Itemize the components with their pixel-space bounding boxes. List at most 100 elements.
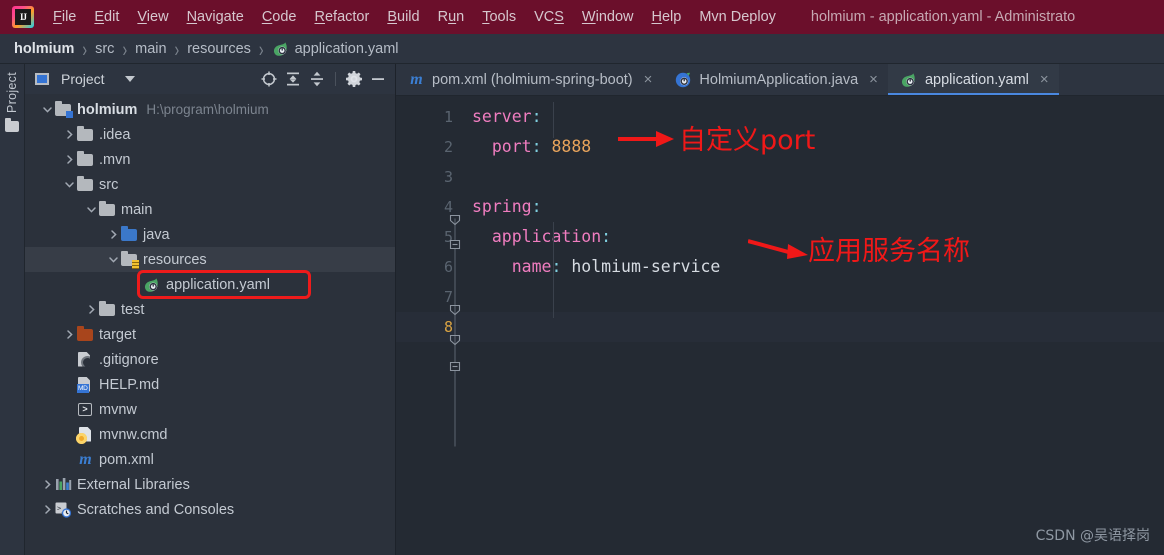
code-content[interactable]: server: port: 8888 spring: application: …	[462, 96, 1164, 555]
tree-node-resources[interactable]: resources	[25, 247, 395, 272]
chevron-down-icon[interactable]	[39, 104, 55, 115]
project-tool-window: Project holmium H:\program\holmium .idea…	[25, 64, 396, 555]
folder-excluded-icon	[77, 326, 94, 342]
menu-item-build[interactable]: Build	[378, 6, 428, 28]
tree-node--idea[interactable]: .idea	[25, 122, 395, 147]
menu-item-window[interactable]: Window	[573, 6, 643, 28]
menu-item-code[interactable]: Code	[253, 6, 306, 28]
editor-tab-holmiumapplication-java[interactable]: HolmiumApplication.java ×	[662, 64, 888, 95]
chevron-right-icon[interactable]	[61, 154, 77, 165]
tree-node--mvn[interactable]: .mvn	[25, 147, 395, 172]
locate-target-icon[interactable]	[260, 70, 278, 88]
menu-item-edit[interactable]: Edit	[85, 6, 128, 28]
code-token: :	[531, 107, 542, 126]
code-line[interactable]	[462, 312, 1164, 342]
editor-tab-label: pom.xml (holmium-spring-boot)	[432, 71, 633, 88]
chevron-right-icon[interactable]	[61, 129, 77, 140]
chevron-right-icon[interactable]	[83, 304, 99, 315]
close-icon[interactable]: ×	[1040, 72, 1049, 87]
tool-window-button-project[interactable]: Project	[5, 72, 19, 113]
code-line[interactable]: application:	[462, 222, 1164, 252]
code-line[interactable]: port: 8888	[462, 132, 1164, 162]
tree-node-main[interactable]: main	[25, 197, 395, 222]
chevron-down-icon[interactable]	[61, 179, 77, 190]
tree-node-label: pom.xml	[99, 451, 154, 468]
menu-item-mvn-deploy[interactable]: Mvn Deploy	[690, 6, 785, 28]
chevron-down-icon[interactable]	[105, 254, 121, 265]
code-token: :	[551, 257, 572, 276]
tree-node-application-yaml[interactable]: application.yaml	[25, 272, 395, 297]
tree-node-scratches-and-consoles[interactable]: >_ Scratches and Consoles	[25, 497, 395, 522]
gitignore-file-icon	[77, 351, 94, 368]
breadcrumb-item-main[interactable]: main	[135, 41, 166, 57]
shell-script-icon: >	[77, 402, 94, 418]
chevron-right-icon[interactable]	[61, 329, 77, 340]
project-panel-title: Project	[61, 71, 105, 87]
left-tool-strip: Project	[0, 64, 25, 555]
code-editor[interactable]: 12345678 server: port: 8888 spring: appl…	[396, 96, 1164, 555]
menu-item-help[interactable]: Help	[642, 6, 690, 28]
editor-tab-pom-xml-holmium-spring-boot-[interactable]: m pom.xml (holmium-spring-boot) ×	[396, 64, 662, 95]
close-icon[interactable]: ×	[869, 72, 878, 87]
tree-node-target[interactable]: target	[25, 322, 395, 347]
expand-all-icon[interactable]	[284, 70, 302, 88]
code-token: :	[531, 137, 552, 156]
tree-node-java[interactable]: java	[25, 222, 395, 247]
chevron-right-icon[interactable]	[105, 229, 121, 240]
collapse-all-icon[interactable]	[308, 70, 326, 88]
breadcrumb-item-holmium[interactable]: holmium	[14, 41, 74, 57]
code-token: name	[472, 257, 552, 276]
breadcrumb-label: src	[95, 40, 115, 57]
tree-node-pom-xml[interactable]: m pom.xml	[25, 447, 395, 472]
tree-node-mvnw-cmd[interactable]: mvnw.cmd	[25, 422, 395, 447]
code-line[interactable]: name: holmium-service	[462, 252, 1164, 282]
hide-panel-icon[interactable]	[369, 70, 387, 88]
breadcrumb-item-src[interactable]: src	[95, 41, 114, 57]
tree-node-external-libraries[interactable]: External Libraries	[25, 472, 395, 497]
tree-node-holmium[interactable]: holmium H:\program\holmium	[25, 97, 395, 122]
breadcrumb-items: holmium › src › main › resources › application.y…	[14, 37, 399, 61]
code-line[interactable]	[462, 162, 1164, 192]
editor-tab-application-yaml[interactable]: application.yaml ×	[887, 64, 1059, 95]
window-title: holmium - application.yaml - Administrat…	[810, 9, 1076, 25]
intellij-idea-logo-icon	[12, 6, 34, 28]
menu-item-view[interactable]: View	[128, 6, 177, 28]
code-line[interactable]	[462, 282, 1164, 312]
code-token: :	[531, 197, 542, 216]
tree-node-src[interactable]: src	[25, 172, 395, 197]
menu-bar: FileEditViewNavigateCodeRefactorBuildRun…	[0, 0, 1164, 34]
folder-gray-icon	[77, 176, 94, 192]
menu-item-tools[interactable]: Tools	[473, 6, 525, 28]
chevron-right-icon[interactable]	[39, 504, 55, 515]
editor-gutter[interactable]: 12345678	[396, 96, 462, 555]
tree-node-label: holmium	[77, 101, 138, 118]
close-icon[interactable]: ×	[644, 72, 653, 87]
code-token: 8888	[551, 137, 592, 156]
chevron-down-icon[interactable]	[83, 204, 99, 215]
tree-node-test[interactable]: test	[25, 297, 395, 322]
menu-item-file[interactable]: File	[44, 6, 85, 28]
chevron-right-icon[interactable]	[39, 479, 55, 490]
tree-node-mvnw[interactable]: > mvnw	[25, 397, 395, 422]
breadcrumb-label: application.yaml	[294, 40, 399, 57]
breadcrumb-item-resources[interactable]: resources	[187, 41, 251, 57]
menu-item-refactor[interactable]: Refactor	[306, 6, 379, 28]
maven-file-icon: m	[79, 451, 92, 468]
settings-gear-icon[interactable]	[345, 70, 363, 88]
breadcrumb-item-application-yaml[interactable]: application.yaml	[272, 41, 399, 57]
code-line[interactable]: spring:	[462, 192, 1164, 222]
menu-item-vcs[interactable]: VCS	[525, 6, 573, 28]
project-tree[interactable]: holmium H:\program\holmium .idea .mvn src mai…	[25, 94, 395, 555]
tree-node-label: java	[143, 226, 170, 243]
menu-item-run[interactable]: Run	[429, 6, 474, 28]
tree-node--gitignore[interactable]: .gitignore	[25, 347, 395, 372]
code-line[interactable]: server:	[462, 102, 1164, 132]
tree-node-label: .mvn	[99, 151, 131, 168]
tree-node-help-md[interactable]: MD HELP.md	[25, 372, 395, 397]
toolbar-divider	[335, 72, 336, 86]
code-folding-markers[interactable]	[448, 102, 462, 555]
spring-leaf-icon	[143, 277, 161, 293]
chevron-down-icon[interactable]	[124, 76, 135, 82]
tree-node-label: .idea	[99, 126, 131, 143]
menu-item-navigate[interactable]: Navigate	[178, 6, 253, 28]
